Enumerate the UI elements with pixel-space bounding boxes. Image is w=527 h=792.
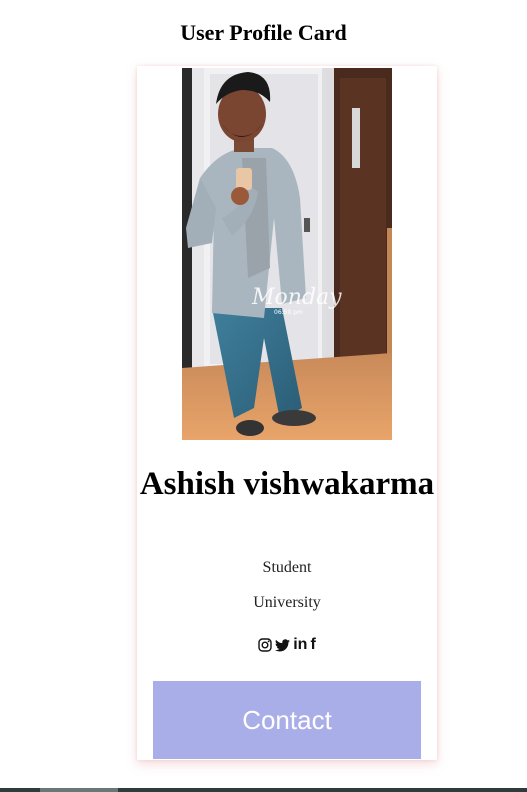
contact-button[interactable]: Contact [153, 681, 421, 759]
scrollbar-thumb[interactable] [40, 788, 118, 792]
page: User Profile Card Monday 06:50 pm Ashish… [0, 0, 527, 792]
profile-role: Student [262, 559, 312, 576]
page-title: User Profile Card [180, 20, 347, 45]
twitter-icon [275, 638, 291, 651]
instagram-icon [258, 638, 272, 652]
linkedin-icon: in [293, 636, 308, 653]
photo-overlay-text: Monday [251, 285, 342, 310]
profile-card: Monday 06:50 pm Ashish vishwakarma Stude… [137, 66, 437, 760]
twitter-link[interactable] [275, 637, 291, 653]
facebook-icon: f [310, 636, 316, 653]
instagram-link[interactable] [258, 637, 272, 653]
profile-name: Ashish vishwakarma [139, 466, 435, 502]
social-links: in f [137, 636, 437, 653]
facebook-link[interactable]: f [310, 636, 316, 653]
profile-organization: University [253, 594, 321, 611]
photo-overlay-time: 06:50 pm [274, 309, 303, 316]
profile-photo: Monday 06:50 pm [182, 68, 392, 440]
linkedin-link[interactable]: in [293, 636, 308, 653]
horizontal-scrollbar[interactable] [0, 788, 527, 792]
